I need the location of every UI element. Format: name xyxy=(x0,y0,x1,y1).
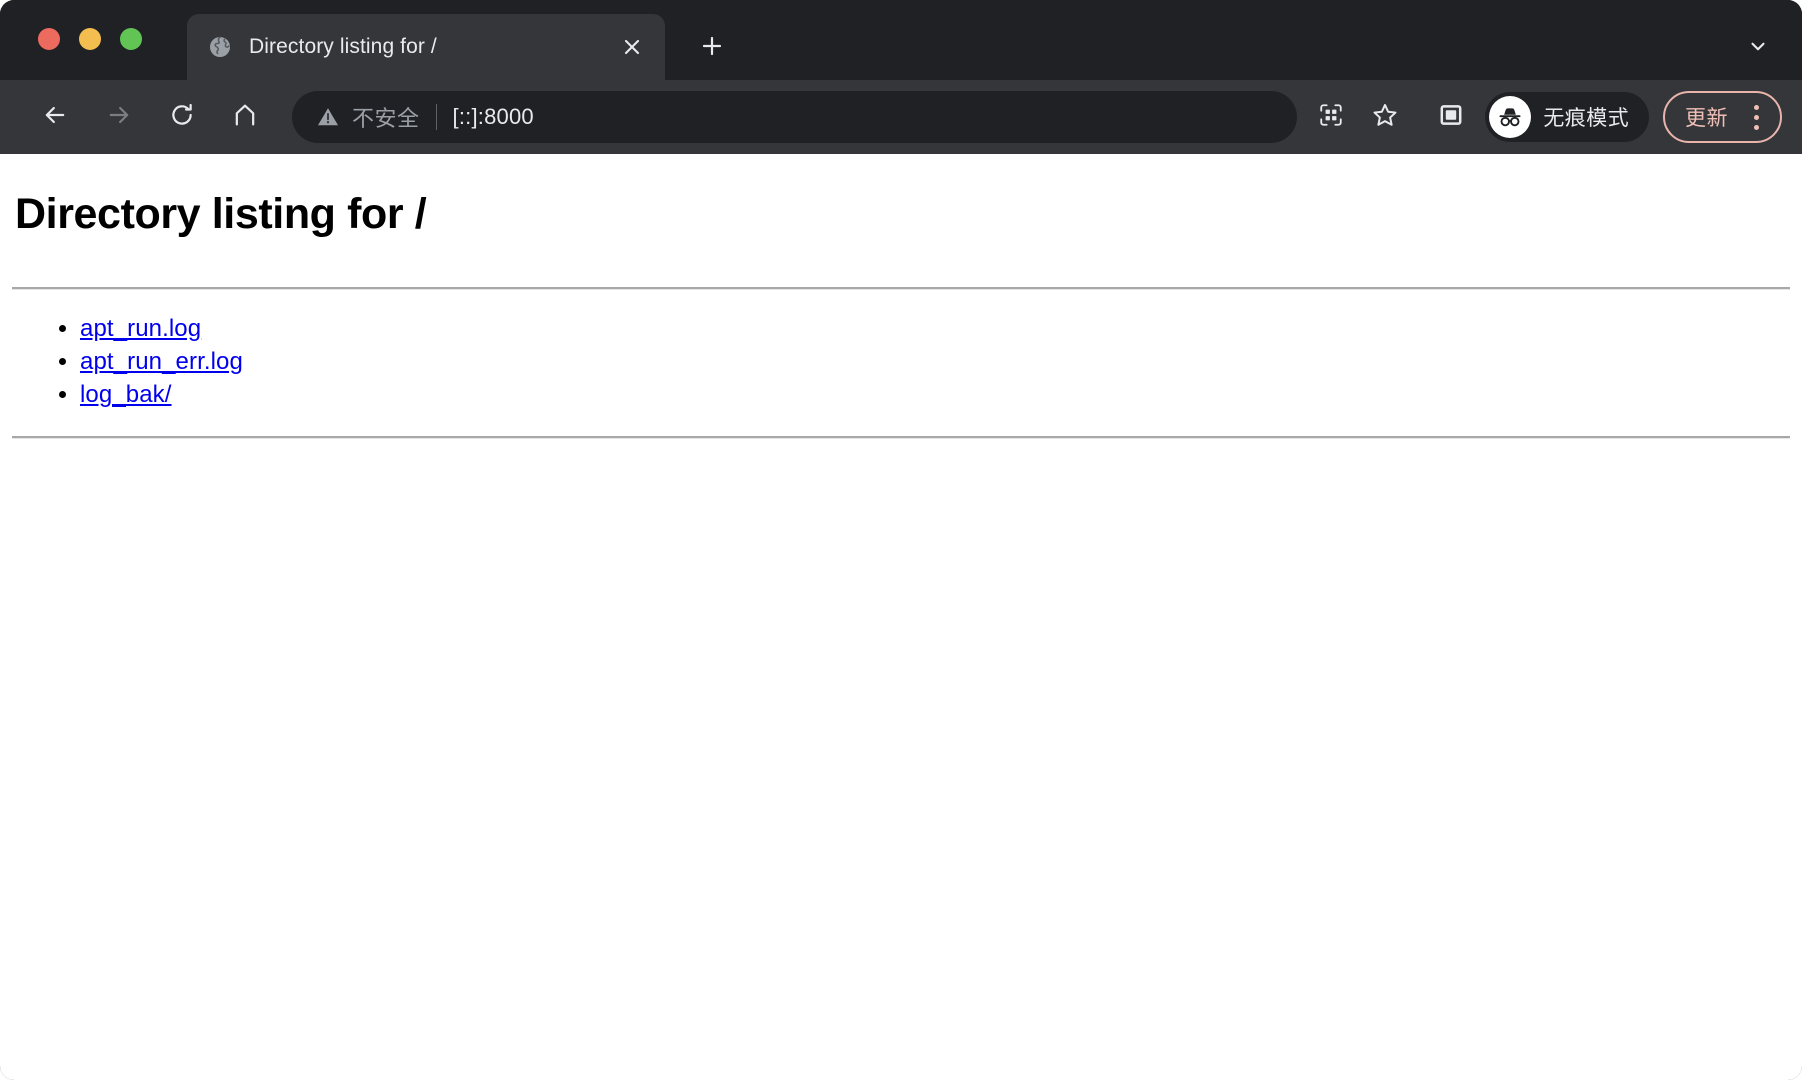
list-item: apt_run_err.log xyxy=(80,345,1790,378)
forward-button[interactable] xyxy=(94,92,144,142)
arrow-right-icon xyxy=(105,101,133,134)
profile-label: 无痕模式 xyxy=(1543,107,1629,130)
tab-title: Directory listing for / xyxy=(249,35,437,58)
directory-entry-link[interactable]: apt_run.log xyxy=(80,315,201,342)
directory-entry-list: apt_run.log apt_run_err.log log_bak/ xyxy=(12,312,1790,411)
divider-top xyxy=(12,287,1790,291)
window-maximize-button[interactable] xyxy=(120,28,142,50)
home-icon xyxy=(231,101,259,134)
divider-bottom xyxy=(12,436,1790,440)
reload-button[interactable] xyxy=(157,92,207,142)
incognito-icon xyxy=(1489,96,1532,138)
window-close-button[interactable] xyxy=(38,28,60,50)
address-bar[interactable]: 不安全 [::]:8000 xyxy=(292,91,1298,143)
qr-code-icon xyxy=(1318,102,1344,133)
directory-entry-link[interactable]: log_bak/ xyxy=(80,381,172,408)
tab-strip: Directory listing for / xyxy=(0,0,1802,80)
side-panel-button[interactable] xyxy=(1427,93,1475,141)
page-title: Directory listing for / xyxy=(15,190,427,238)
qr-code-button[interactable] xyxy=(1307,93,1355,141)
globe-icon xyxy=(207,34,233,60)
reload-icon xyxy=(168,101,196,134)
window-minimize-button[interactable] xyxy=(79,28,101,50)
list-item: apt_run.log xyxy=(80,312,1790,345)
url-text: [::]:8000 xyxy=(452,104,534,129)
back-button[interactable] xyxy=(30,92,80,142)
profile-incognito-button[interactable]: 无痕模式 xyxy=(1485,92,1649,142)
close-icon[interactable] xyxy=(617,32,647,62)
star-icon xyxy=(1371,101,1399,134)
bookmark-button[interactable] xyxy=(1361,93,1409,141)
chevron-down-icon xyxy=(1747,35,1769,62)
list-item: log_bak/ xyxy=(80,378,1790,411)
browser-window: Directory listing for / 不安全 [::]:8000 无痕… xyxy=(0,0,1802,1080)
update-button[interactable]: 更新 xyxy=(1663,91,1782,143)
screen-root: Directory listing for / 不安全 [::]:8000 无痕… xyxy=(0,0,1802,1080)
tab-search-button[interactable] xyxy=(1736,26,1780,70)
new-tab-button[interactable] xyxy=(690,26,734,70)
browser-tab[interactable]: Directory listing for / xyxy=(187,14,665,80)
side-panel-icon xyxy=(1438,102,1464,133)
directory-entry-link[interactable]: apt_run_err.log xyxy=(80,348,243,375)
window-traffic-lights xyxy=(38,28,142,50)
omnibox-divider xyxy=(435,104,437,130)
directory-listing-page: Directory listing for / apt_run.log apt_… xyxy=(0,154,1802,440)
update-label: 更新 xyxy=(1685,107,1728,130)
three-dot-menu-icon[interactable] xyxy=(1742,100,1770,134)
page-viewport: Directory listing for / apt_run.log apt_… xyxy=(0,154,1802,1080)
warning-triangle-icon[interactable] xyxy=(316,105,340,129)
security-status-text: 不安全 xyxy=(352,106,420,131)
arrow-left-icon xyxy=(41,101,69,134)
plus-icon xyxy=(700,34,724,63)
browser-toolbar: 不安全 [::]:8000 无痕模式 更新 xyxy=(0,80,1802,154)
home-button[interactable] xyxy=(220,92,270,142)
